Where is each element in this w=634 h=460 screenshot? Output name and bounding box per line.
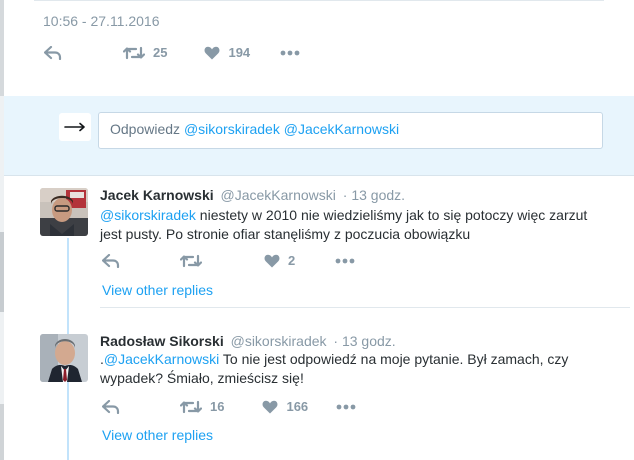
- reply-icon: [102, 399, 120, 414]
- like-button[interactable]: 2: [264, 253, 295, 268]
- like-button[interactable]: 166: [262, 399, 308, 414]
- like-button[interactable]: 194: [204, 45, 250, 60]
- like-count: 194: [228, 45, 251, 60]
- avatar[interactable]: [40, 334, 88, 382]
- reply-button[interactable]: [44, 45, 62, 60]
- heart-icon: [264, 254, 280, 268]
- tweet-header: Radosław Sikorski @sikorskiradek · 13 go…: [100, 333, 396, 349]
- reply-input[interactable]: Odpowiedz @sikorskiradek @JacekKarnowski: [98, 112, 603, 149]
- tweet-time[interactable]: · 13 godz.: [343, 187, 405, 203]
- author-handle[interactable]: @sikorskiradek: [231, 333, 327, 349]
- tweet-timestamp[interactable]: 10:56 - 27.11.2016: [43, 13, 160, 29]
- retweet-count: 16: [210, 399, 225, 414]
- more-button[interactable]: [280, 50, 300, 56]
- reply-mentions: @sikorskiradek @JacekKarnowski: [183, 121, 400, 137]
- tweet-jacek-karnowski: Jacek Karnowski @JacekKarnowski · 13 god…: [4, 176, 634, 308]
- author-handle[interactable]: @JacekKarnowski: [221, 187, 336, 203]
- more-button[interactable]: [335, 258, 355, 264]
- reply-button[interactable]: [102, 399, 120, 414]
- retweet-count: 25: [153, 45, 168, 60]
- view-other-replies-link[interactable]: View other replies: [102, 427, 213, 443]
- retweet-button[interactable]: 25: [123, 45, 167, 60]
- view-other-replies-link[interactable]: View other replies: [102, 282, 213, 298]
- retweet-button[interactable]: [180, 254, 210, 268]
- author-name[interactable]: Radosław Sikorski: [100, 333, 224, 349]
- heart-icon: [262, 400, 278, 414]
- heart-icon: [204, 46, 220, 60]
- more-icon: [335, 258, 355, 264]
- tweet-actions: 16 166: [102, 399, 356, 414]
- reply-button[interactable]: [102, 253, 120, 268]
- tweet-text-line2: jest pusty. Po stronie ofiar stanęliśmy …: [100, 226, 471, 242]
- tweet-actions: 2: [102, 253, 355, 268]
- tweet-text: @sikorskiradek niestety w 2010 nie wiedz…: [100, 206, 600, 244]
- tweet-text: .@JacekKarnowski To nie jest odpowiedź n…: [100, 350, 600, 388]
- like-count: 2: [288, 253, 296, 268]
- thread-line: [67, 308, 69, 460]
- tweet-text-line1: To nie jest odpowiedź na moje pytanie. B…: [219, 351, 569, 367]
- reply-icon: [102, 253, 120, 268]
- retweet-icon: [123, 46, 145, 60]
- author-name[interactable]: Jacek Karnowski: [100, 187, 214, 203]
- reply-placeholder-prefix: Odpowiedz: [110, 121, 181, 137]
- reply-icon: [44, 45, 62, 60]
- thread-line: [67, 238, 69, 308]
- reply-arrow-icon: [59, 113, 91, 141]
- more-icon: [280, 50, 300, 56]
- more-button[interactable]: [336, 404, 356, 410]
- tweet-radoslaw-sikorski: Radosław Sikorski @sikorskiradek · 13 go…: [4, 308, 634, 460]
- tweet-time[interactable]: · 13 godz.: [333, 333, 395, 349]
- tweet-actions: 25 194: [44, 45, 300, 60]
- divider: [34, 0, 604, 1]
- avatar[interactable]: [40, 188, 88, 236]
- like-count: 166: [286, 399, 309, 414]
- top-tweet-footer: 10:56 - 27.11.2016 25 194: [4, 0, 634, 96]
- more-icon: [336, 404, 356, 410]
- tweet-text-line2: wypadek? Śmiało, zmieścisz się!: [100, 370, 304, 386]
- tweet-text-line1: niestety w 2010 nie wiedzieliśmy jak to …: [195, 207, 588, 223]
- retweet-icon: [180, 254, 202, 268]
- tweet-header: Jacek Karnowski @JacekKarnowski · 13 god…: [100, 187, 405, 203]
- retweet-button[interactable]: 16: [180, 399, 224, 414]
- tweet-mention[interactable]: @JacekKarnowski: [104, 351, 219, 367]
- reply-composer: Odpowiedz @sikorskiradek @JacekKarnowski: [4, 96, 634, 176]
- retweet-icon: [180, 400, 202, 414]
- tweet-mention[interactable]: @sikorskiradek: [100, 207, 196, 223]
